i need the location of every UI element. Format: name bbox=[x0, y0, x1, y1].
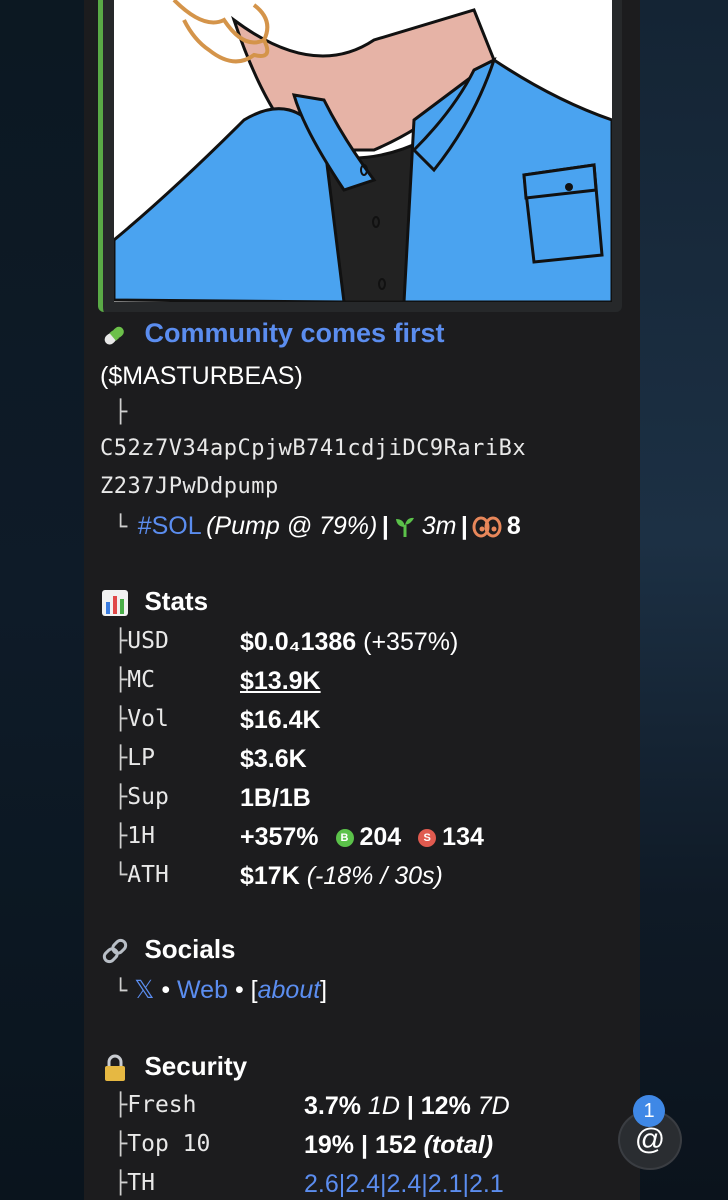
web-link[interactable]: Web bbox=[177, 976, 228, 1004]
token-age: 3m bbox=[421, 512, 457, 540]
socials-title: Socials bbox=[144, 934, 236, 964]
stat-label: USD bbox=[127, 628, 169, 654]
stat-row-usd: ├USD $0.0₄1386 (+357%) bbox=[114, 628, 459, 656]
stat-row-vol: ├Vol $16.4K bbox=[114, 706, 321, 734]
background-left bbox=[0, 0, 84, 1200]
stats-header: Stats bbox=[100, 586, 208, 623]
pill-icon bbox=[100, 320, 130, 355]
stat-value-1h: +357% B 204 S 134 bbox=[240, 823, 484, 851]
tree-branch-end: └ bbox=[114, 515, 128, 540]
unread-badge: 1 bbox=[633, 1095, 665, 1127]
contract-address-line1[interactable]: C52z7V34apCpjwB741cdjiDC9RariBx bbox=[100, 436, 526, 461]
tree-branch: ├ bbox=[114, 400, 128, 425]
token-ticker: ($MASTURBEAS) bbox=[100, 362, 303, 390]
stat-row-1h: ├1H +357% B 204 S 134 bbox=[114, 823, 484, 851]
stat-row-mc: ├MC $13.9K bbox=[114, 667, 321, 695]
separator: | bbox=[381, 512, 389, 540]
top-holders-links[interactable]: 2.6|2.4|2.4|2.1|2.1 bbox=[304, 1170, 504, 1199]
link-icon bbox=[100, 936, 130, 971]
chain-link[interactable]: #SOL bbox=[138, 512, 202, 540]
stat-row-supply: ├Sup 1B/1B bbox=[114, 784, 311, 812]
background-right bbox=[640, 0, 728, 1200]
separator: | bbox=[460, 512, 468, 540]
token-image[interactable] bbox=[114, 0, 612, 302]
seedling-icon bbox=[393, 515, 417, 544]
x-link[interactable]: 𝕏 bbox=[134, 976, 154, 1004]
sell-icon: S bbox=[418, 829, 437, 848]
security-value-fresh: 3.7% 1D | 12% 7D bbox=[304, 1092, 510, 1120]
buy-count: 204 bbox=[359, 823, 402, 851]
security-title: Security bbox=[144, 1051, 248, 1081]
stat-value-supply: 1B/1B bbox=[240, 784, 311, 812]
title-line: Community comes first bbox=[100, 318, 445, 355]
stat-row-lp: ├LP $3.6K bbox=[114, 745, 307, 773]
bar-chart-icon bbox=[100, 588, 130, 623]
security-row-fresh: ├Fresh 3.7% 1D | 12% 7D bbox=[114, 1092, 510, 1120]
security-header: Security bbox=[100, 1051, 247, 1088]
buy-icon: B bbox=[335, 829, 354, 848]
security-value-top10: 19% | 152 (total) bbox=[304, 1131, 494, 1159]
eyes-icon bbox=[472, 515, 502, 544]
stat-value-price: $0.0₄1386 (+357%) bbox=[240, 628, 459, 656]
lock-icon bbox=[100, 1053, 130, 1088]
stats-title: Stats bbox=[144, 586, 209, 616]
chain-line: └ #SOL (Pump @ 79%) | 3m | 8 bbox=[114, 512, 521, 544]
stat-value-marketcap[interactable]: $13.9K bbox=[240, 667, 321, 696]
holders-count: 8 bbox=[506, 512, 521, 540]
security-row-top10: ├Top 10 19% | 152 (total) bbox=[114, 1131, 494, 1159]
token-title[interactable]: Community comes first bbox=[144, 318, 444, 348]
about-link[interactable]: about bbox=[258, 976, 321, 1004]
contract-address-line2[interactable]: Z237JPwDdpump bbox=[100, 474, 279, 499]
pump-progress: (Pump @ 79%) bbox=[206, 512, 378, 540]
cartoon-character-image bbox=[114, 0, 612, 302]
sell-count: 134 bbox=[442, 823, 484, 851]
stat-value-ath: $17K (-18% / 30s) bbox=[240, 862, 443, 890]
stat-value-lp: $3.6K bbox=[240, 745, 307, 773]
socials-links: └ 𝕏 • Web • [about] bbox=[114, 976, 328, 1004]
stat-row-ath: └ATH $17K (-18% / 30s) bbox=[114, 862, 443, 890]
security-row-th: ├TH 2.6|2.4|2.4|2.1|2.1 bbox=[114, 1170, 504, 1198]
socials-header: Socials bbox=[100, 934, 236, 971]
stat-value-volume: $16.4K bbox=[240, 706, 321, 734]
